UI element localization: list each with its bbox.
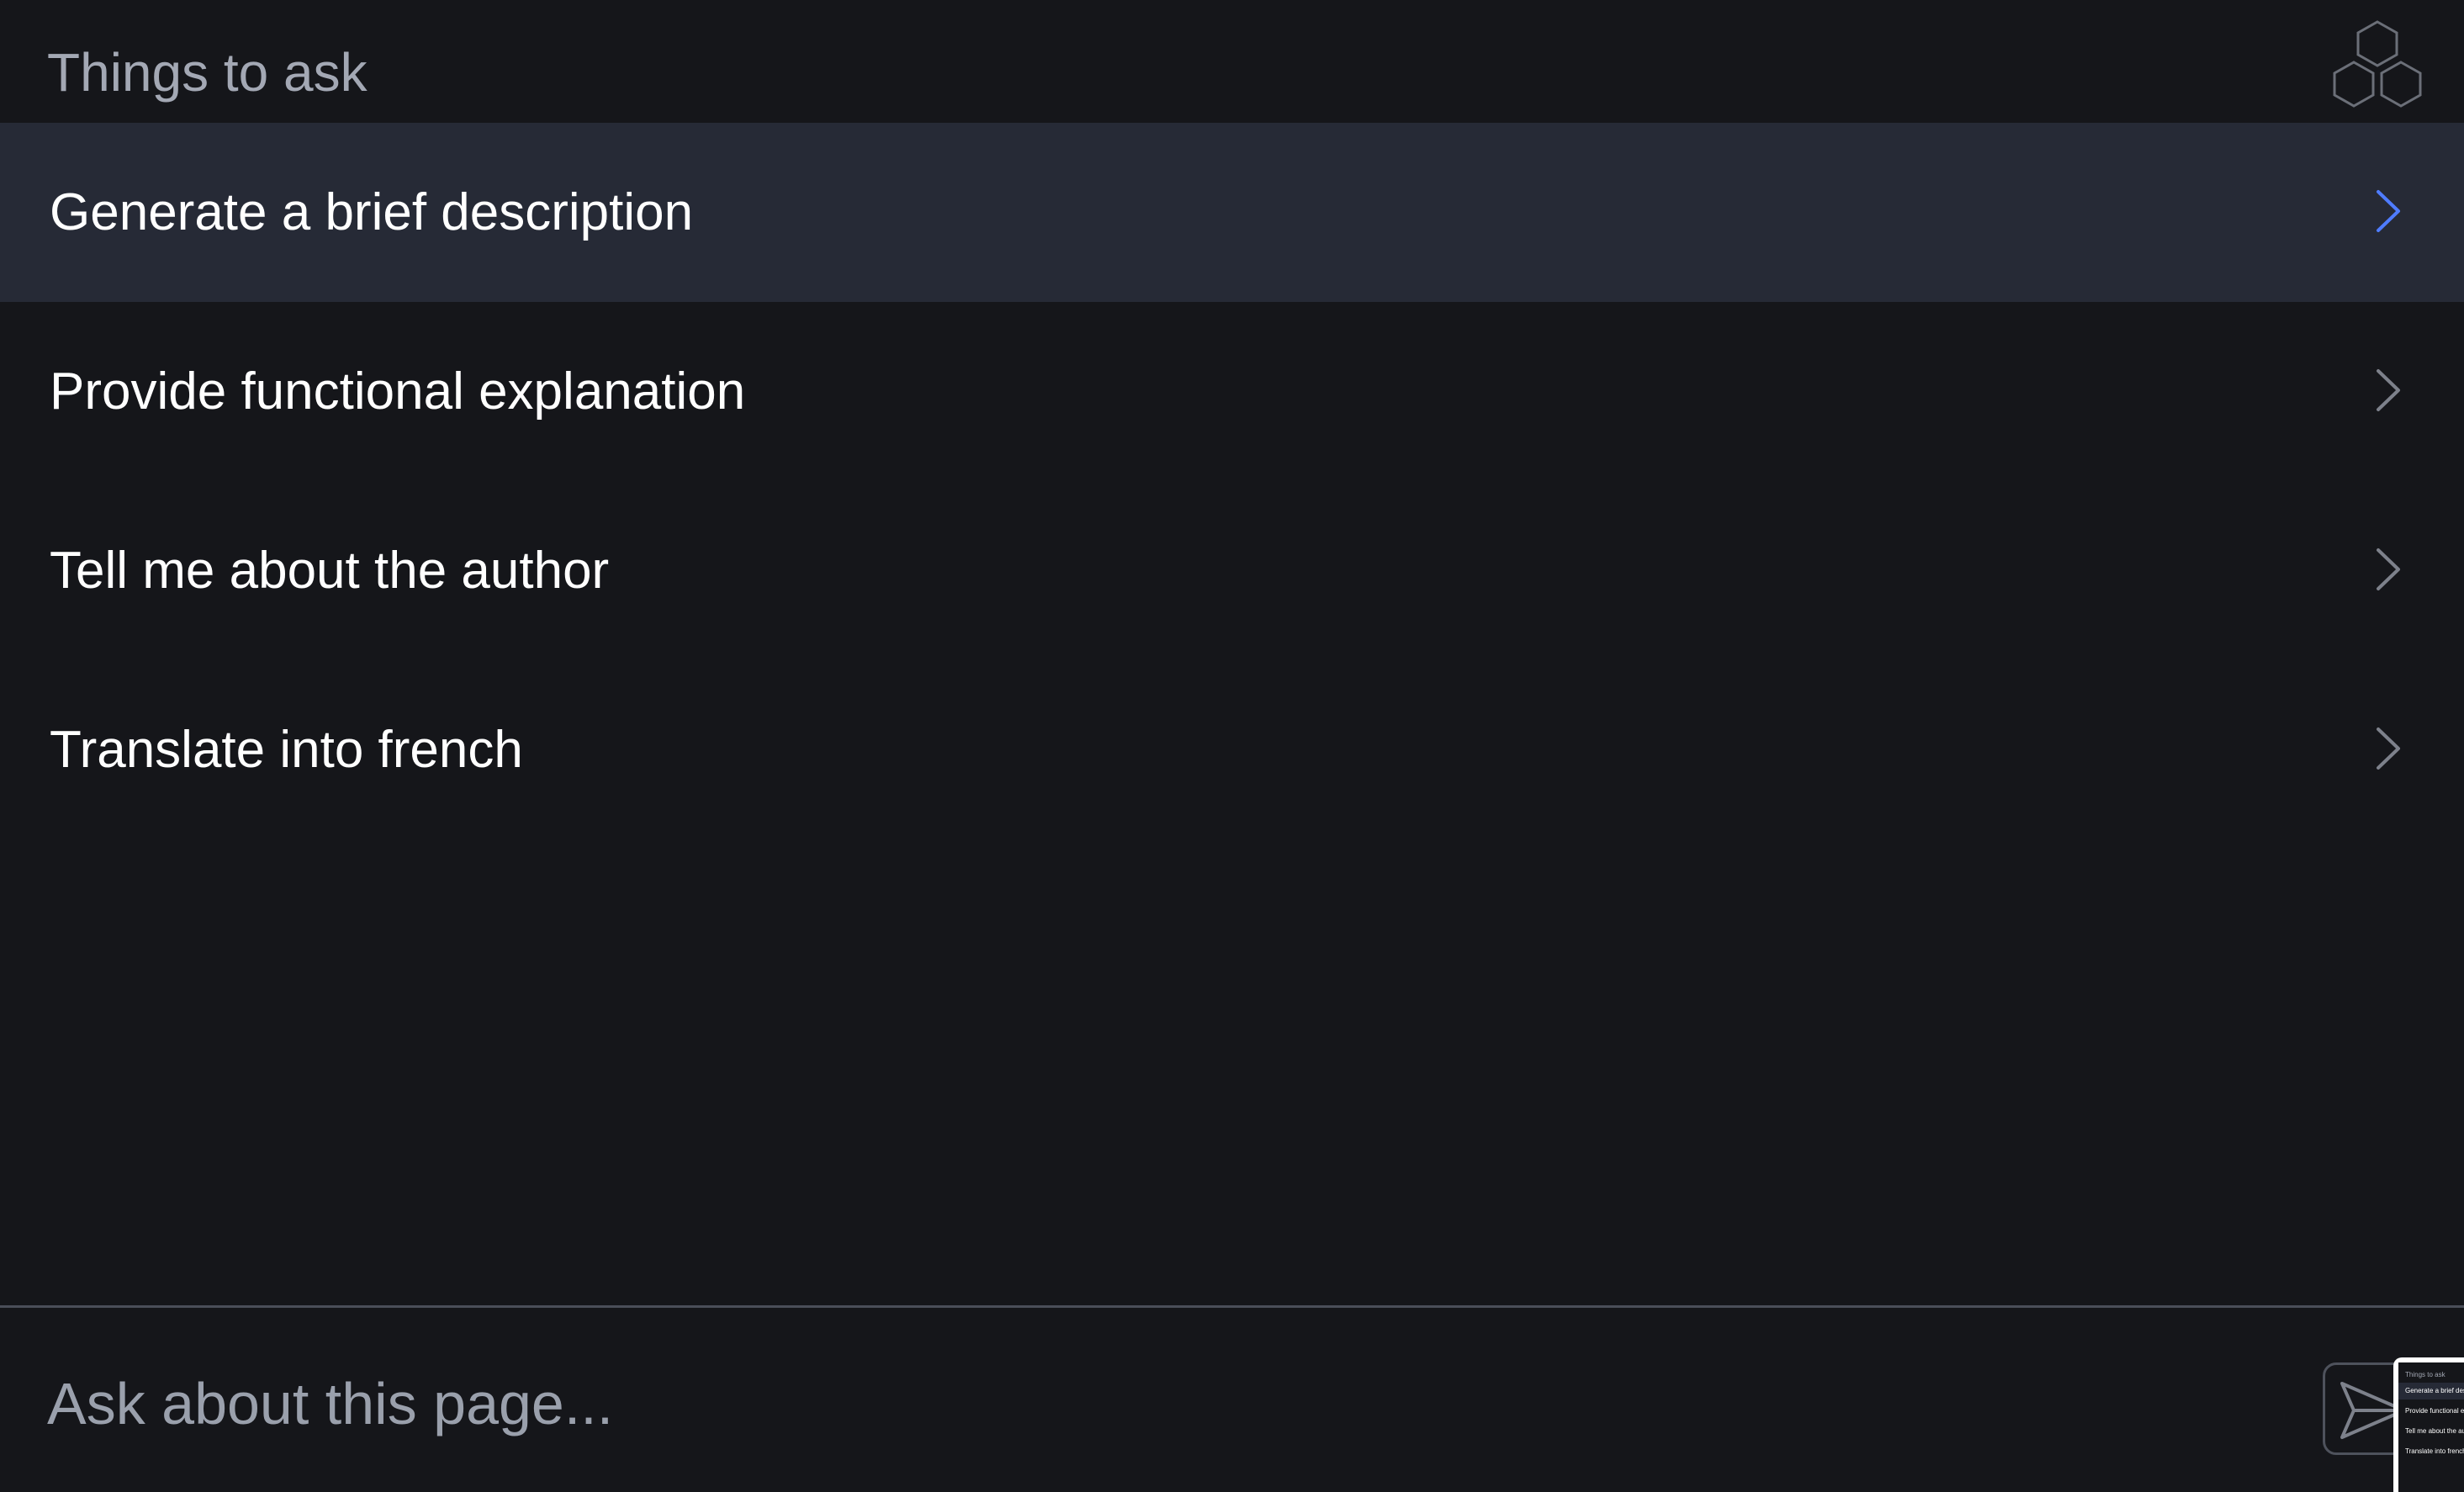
chevron-right-icon [2377, 190, 2400, 232]
thumbnail-title: Things to ask [2405, 1371, 2445, 1378]
header: Things to ask [0, 0, 2464, 123]
suggestion-item-author[interactable]: Tell me about the author [0, 481, 2464, 660]
thumbnail-item-label: Generate a brief desc [2405, 1387, 2464, 1394]
thumbnail-item-label: Translate into french [2405, 1447, 2464, 1455]
chevron-right-icon [2377, 727, 2400, 770]
ask-input[interactable] [47, 1353, 2234, 1454]
suggestion-list: Generate a brief description Provide fun… [0, 123, 2464, 839]
suggestion-item-translate-french[interactable]: Translate into french [0, 660, 2464, 839]
hexagons-logo-icon [2333, 20, 2422, 108]
thumbnail-item: Tell me about the auth [2398, 1423, 2464, 1440]
page-preview-thumbnail[interactable]: Things to ask Generate a brief desc Prov… [2393, 1357, 2464, 1492]
thumbnail-item-label: Tell me about the auth [2405, 1427, 2464, 1435]
thumbnail-item: Translate into french [2398, 1443, 2464, 1460]
chevron-right-icon [2377, 548, 2400, 590]
suggestion-item-brief-description[interactable]: Generate a brief description [0, 123, 2464, 302]
thumbnail-item: Generate a brief desc [2398, 1383, 2464, 1399]
thumbnail-item: Provide functional exp [2398, 1403, 2464, 1420]
suggestion-label: Translate into french [50, 721, 523, 779]
suggestion-item-functional-explanation[interactable]: Provide functional explanation [0, 302, 2464, 481]
suggestion-label: Generate a brief description [50, 183, 694, 241]
suggestion-label: Provide functional explanation [50, 362, 746, 421]
thumbnail-content: Things to ask Generate a brief desc Prov… [2398, 1362, 2464, 1492]
page-title: Things to ask [47, 42, 367, 103]
chevron-right-icon [2377, 369, 2400, 411]
thumbnail-item-label: Provide functional exp [2405, 1407, 2464, 1415]
suggestion-label: Tell me about the author [50, 542, 610, 600]
composer [0, 1308, 2464, 1492]
